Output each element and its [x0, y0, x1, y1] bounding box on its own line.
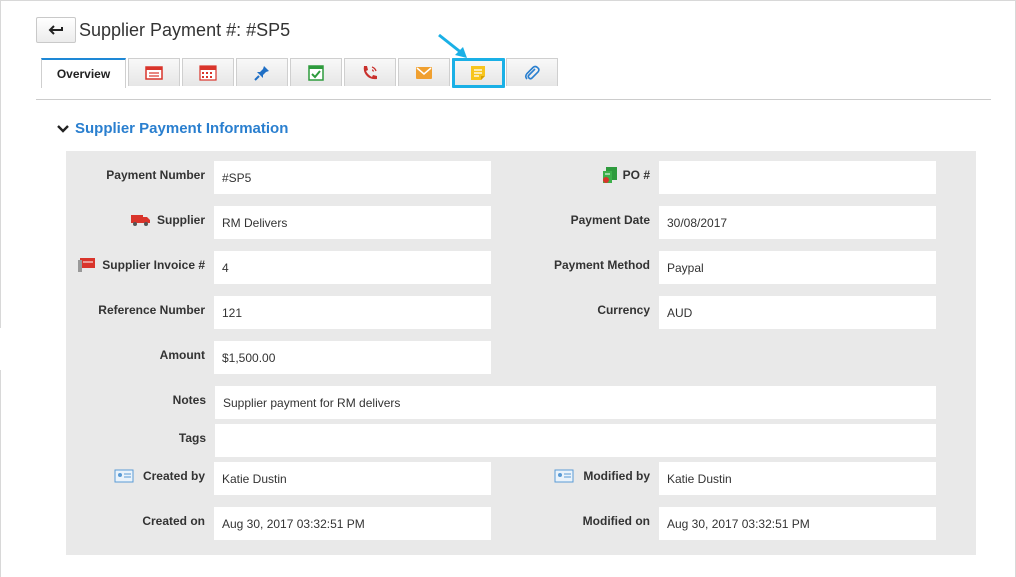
tab-notes[interactable] — [452, 58, 504, 86]
tab-overview[interactable]: Overview — [41, 58, 126, 88]
created-by-value: Katie Dustin — [214, 462, 491, 495]
payment-method-value-text: Paypal — [667, 260, 704, 275]
tab-list[interactable] — [128, 58, 180, 86]
pointer-arrow-icon — [438, 33, 467, 58]
supplier-label-text: Supplier — [156, 213, 205, 227]
modified-by-value: Katie Dustin — [659, 462, 936, 495]
back-button[interactable] — [36, 17, 76, 43]
notes-label: Notes — [70, 390, 206, 410]
po-value — [659, 161, 936, 194]
supplier-invoice-label: Supplier Invoice # — [70, 255, 205, 275]
left-border — [0, 0, 1, 328]
tab-pin[interactable] — [236, 58, 288, 86]
notes-label-text: Notes — [172, 393, 206, 407]
section-title: Supplier Payment Information — [75, 120, 289, 137]
tags-label: Tags — [70, 428, 206, 448]
created-by-label-text: Created by — [142, 469, 205, 483]
phone-call-icon — [363, 65, 377, 79]
tab-email[interactable] — [398, 58, 450, 86]
payment-number-value-text: #SP5 — [222, 170, 252, 185]
reference-number-label: Reference Number — [70, 300, 205, 320]
chevron-down-icon — [57, 124, 69, 133]
tab-call[interactable] — [344, 58, 396, 86]
po-label-text: PO # — [622, 168, 650, 182]
amount-value: $1,500.00 — [214, 341, 491, 374]
email-icon — [416, 66, 432, 79]
notes-value: Supplier payment for RM delivers — [215, 386, 936, 419]
modified-on-value: Aug 30, 2017 03:32:51 PM — [659, 507, 936, 540]
supplier-label: Supplier — [70, 210, 205, 230]
modified-on-label: Modified on — [520, 511, 650, 531]
created-on-value: Aug 30, 2017 03:32:51 PM — [214, 507, 491, 540]
supplier-invoice-label-text: Supplier Invoice # — [102, 258, 205, 272]
notes-value-text: Supplier payment for RM delivers — [223, 395, 401, 410]
note-icon — [471, 65, 485, 80]
payment-date-value-text: 30/08/2017 — [667, 215, 728, 230]
created-on-label: Created on — [70, 511, 205, 531]
calendar-icon — [199, 64, 217, 81]
currency-label-text: Currency — [597, 303, 650, 317]
amount-label: Amount — [70, 345, 205, 365]
payment-method-value: Paypal — [659, 251, 936, 284]
tab-task[interactable] — [290, 58, 342, 86]
reference-number-value-text: 121 — [222, 305, 243, 320]
payment-number-label: Payment Number — [70, 165, 205, 185]
payment-number-label-text: Payment Number — [106, 168, 205, 182]
created-by-value-text: Katie Dustin — [222, 471, 287, 486]
left-border — [0, 370, 1, 577]
modified-by-label: Modified by — [520, 466, 650, 486]
attachment-icon — [524, 65, 540, 80]
payment-method-label: Payment Method — [520, 255, 650, 275]
supplier-value: RM Delivers — [214, 206, 491, 239]
tab-attachments[interactable] — [506, 58, 558, 86]
created-on-label-text: Created on — [142, 514, 205, 528]
id-card-icon — [554, 469, 574, 483]
truck-icon — [130, 215, 150, 226]
currency-value-text: AUD — [667, 305, 693, 320]
reference-number-label-text: Reference Number — [98, 303, 205, 317]
modified-by-label-text: Modified by — [583, 469, 650, 483]
po-label: PO # — [520, 165, 650, 185]
top-border — [0, 0, 1016, 1]
currency-value: AUD — [659, 296, 936, 329]
pin-icon — [254, 65, 269, 81]
id-card-icon — [114, 469, 134, 483]
payment-date-value: 30/08/2017 — [659, 206, 936, 239]
tab-overview-label: Overview — [56, 67, 111, 81]
tab-calendar[interactable] — [182, 58, 234, 86]
tags-value — [215, 424, 936, 457]
created-by-label: Created by — [70, 466, 205, 486]
payment-date-label: Payment Date — [520, 210, 650, 230]
list-icon — [145, 65, 163, 80]
po-document-icon — [602, 167, 617, 183]
page-title: Supplier Payment #: #SP5 — [79, 20, 291, 40]
amount-label-text: Amount — [159, 348, 205, 362]
supplier-invoice-value-text: 4 — [222, 260, 229, 275]
reference-number-value: 121 — [214, 296, 491, 329]
supplier-value-text: RM Delivers — [222, 215, 288, 230]
invoice-icon — [78, 258, 96, 272]
tab-divider — [36, 99, 991, 100]
modified-on-value-text: Aug 30, 2017 03:32:51 PM — [667, 516, 810, 531]
modified-on-label-text: Modified on — [582, 514, 650, 528]
tags-label-text: Tags — [178, 431, 206, 445]
amount-value-text: $1,500.00 — [222, 350, 276, 365]
payment-number-value: #SP5 — [214, 161, 491, 194]
supplier-invoice-value: 4 — [214, 251, 491, 284]
modified-by-value-text: Katie Dustin — [667, 471, 732, 486]
created-on-value-text: Aug 30, 2017 03:32:51 PM — [222, 516, 365, 531]
back-arrow-icon — [48, 25, 63, 35]
currency-label: Currency — [520, 300, 650, 320]
payment-method-label-text: Payment Method — [553, 258, 650, 272]
payment-date-label-text: Payment Date — [570, 213, 650, 227]
task-check-icon — [308, 64, 324, 81]
section-header[interactable]: Supplier Payment Information — [57, 120, 288, 137]
